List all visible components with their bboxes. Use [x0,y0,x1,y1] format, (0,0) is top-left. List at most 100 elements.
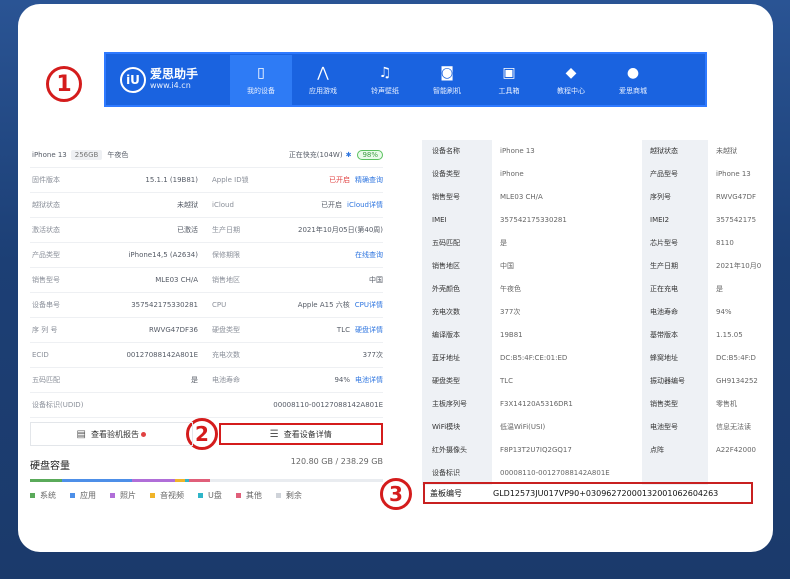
detail-value: 信息无法读 [716,423,751,431]
info-value: TLC [336,326,350,334]
detail-row: 编译版本 19B81 基带版本 1.15.05 [422,323,773,347]
detail-value: 00008110-00127088142A801E [500,469,610,477]
detail-link[interactable]: 精确查询 [355,176,383,184]
info-label: 固件版本 [32,176,60,184]
logo-icon: iU [120,66,146,93]
app-logo[interactable]: iU 爱思助手 www.i4.cn [120,66,230,93]
nav-my-device[interactable]: ▯ 我的设备 [230,54,292,105]
detail-label: 振动器编号 [642,369,708,393]
legend-label: U盘 [208,491,222,500]
detail-label: 外壳颜色 [422,277,492,301]
detail-value: 2021年10月0 [716,262,762,270]
legend-swatch [235,493,241,498]
detail-label: IMEI2 [642,208,708,232]
disk-segment [30,479,62,482]
info-value-group: 在线查询 [268,250,383,260]
view-details-button[interactable]: ☰ 查看设备详情 [218,423,383,445]
info-value: iPhone14,5 (A2634) [128,251,198,259]
battery-badge: 98% [357,149,383,160]
info-value: 377次 [362,351,383,359]
detail-label: WiFi模块 [422,415,492,439]
shop-icon: ● [626,64,640,81]
view-details-label: 查看设备详情 [283,429,332,439]
legend-label: 系统 [40,491,56,500]
detail-link[interactable]: 在线查询 [355,251,383,259]
device-name: iPhone 13 [32,150,67,159]
legend-swatch [150,493,155,498]
nav-tutorials[interactable]: ◆ 教程中心 [540,55,602,105]
detail-value: iPhone 13 [500,147,535,155]
detail-value: A22F42000 [716,446,756,454]
detail-label: 越狱状态 [642,139,708,163]
nav-smart-flash[interactable]: ◙ 智能刷机 [416,55,478,105]
view-report-button[interactable]: ▤ 查看验机报告 [30,422,193,446]
info-label: 序 列 号 [32,326,58,334]
detail-link[interactable]: 硬盘详情 [355,326,383,334]
disk-size: 120.80 GB / 238.29 GB [290,457,383,466]
legend-item: 音视频 [150,490,184,501]
disk-usage-bar [30,479,383,482]
phone-icon: ▯ [257,64,265,81]
app-store-icon: ⋀ [317,64,329,81]
info-value: 357542175330281 [131,301,198,309]
info-value-group: TLC 硬盘详情 [268,325,383,335]
detail-link[interactable]: CPU详情 [355,301,383,309]
detail-value: GH9134252 [716,377,758,385]
info-label: 充电次数 [212,351,240,359]
detail-value: DC:B5:4F:D [716,354,756,362]
nav-apps-games[interactable]: ⋀ 应用游戏 [292,55,354,105]
detail-value: 零售机 [716,400,737,408]
screenshot-card: 1 iU 爱思助手 www.i4.cn ▯ 我的设备 ⋀ 应用游戏 ♫ 铃声壁纸… [18,4,773,552]
detail-row: 蓝牙地址 DC:B5:4F:CE:01:ED 蜂窝地址 DC:B5:4F:D [422,346,773,370]
detail-value: F3X14120A5316DR1 [500,400,573,408]
device-details-panel: 设备名称 iPhone 13 越狱状态 未越狱 设备类型 iPhone 产品型号 iPhone… [422,139,773,485]
info-value: 2021年10月05日(第40周) [298,226,383,234]
disk-segment [61,479,133,482]
nav-label: 铃声壁纸 [371,86,399,95]
info-label: 硬盘类型 [212,326,240,334]
info-value: 15.1.1 (19B81) [145,176,198,184]
nav-ringtones[interactable]: ♫ 铃声壁纸 [354,55,416,105]
info-value: 已开启 [321,201,343,209]
detail-value: iPhone [500,170,524,178]
detail-value: F8P13T2U7IQ2GQ17 [500,446,572,454]
action-buttons: ▤ 查看验机报告 ☰ 查看设备详情 [30,422,383,446]
device-summary-panel: iPhone 13 256GB 午夜色 正在快充(104W) ✱ 98% 固件版… [30,142,383,418]
detail-label: 设备类型 [422,162,492,186]
info-row: 销售型号 MLE03 CH/A 销售地区 中国 [30,268,383,293]
info-label: 电池寿命 [212,376,240,384]
logo-url: www.i4.cn [150,81,191,90]
bluetooth-icon: ✱ [345,150,352,159]
info-row: 设备串号 357542175330281 CPU Apple A15 六核 CPU详情 [30,293,383,318]
legend-item: 系统 [30,490,56,501]
detail-label: 蜂窝地址 [642,346,708,370]
disk-legend: 系统 应用 照片 音视频 U盘 其他 剩余 [30,490,383,501]
info-label: 生产日期 [212,226,240,234]
detail-label: 销售类型 [642,392,708,416]
legend-item: U盘 [198,490,222,501]
nav-toolbox[interactable]: ▣ 工具箱 [478,55,540,105]
detail-label: 点阵 [642,438,708,462]
detail-link[interactable]: 电池详情 [355,376,383,384]
detail-value: 午夜色 [500,285,521,293]
detail-label: 生产日期 [642,254,708,278]
graduation-icon: ◆ [565,64,577,81]
legend-swatch [30,493,35,498]
nav-shop[interactable]: ● 爱思商城 [602,55,664,105]
info-value: 已激活 [177,226,198,234]
info-row: 越狱状态 未越狱 iCloud 已开启 iCloud详情 [30,193,383,218]
music-icon: ♫ [378,64,392,81]
info-value: 00127088142A801E [126,351,198,359]
info-label: 五码匹配 [32,376,60,384]
detail-value: 未越狱 [716,147,737,155]
detail-value: 是 [716,285,723,293]
detail-link[interactable]: iCloud详情 [347,201,383,209]
legend-item: 照片 [110,490,136,501]
legend-item: 其他 [235,490,262,501]
detail-label: 销售型号 [422,185,492,209]
info-value-group: 2021年10月05日(第40周) [268,225,383,235]
view-report-label: 查看验机报告 [90,429,139,439]
flash-icon: ◙ [440,64,454,81]
logo-name: 爱思助手 [150,67,199,81]
detail-value: 19B81 [500,331,523,339]
